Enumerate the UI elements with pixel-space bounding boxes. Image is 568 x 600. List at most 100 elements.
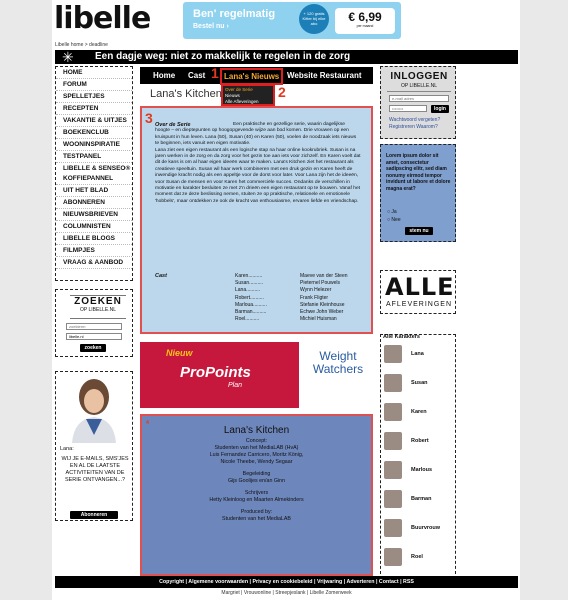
poll-option-nee[interactable]: ○ Nee [387,217,401,223]
register-link[interactable]: Registreren Waarom? [389,124,438,130]
credit-line: Begeleiding [242,471,271,477]
character-marlous[interactable]: Marlous [384,461,454,485]
character-name: Roel [411,554,423,560]
credits-lines: Concept: Studenten van het MediaLAB (HvA)… [142,438,371,523]
login-heading: INLOGGEN [390,71,448,82]
character-susan[interactable]: Susan [384,374,454,398]
cast-label: Cast [155,273,167,279]
nav-item[interactable]: ABONNEREN [56,197,132,209]
nav-item[interactable]: FORUM [56,79,132,91]
search-button[interactable]: zoeken [80,344,106,352]
credit-line: Luis Fernandez Carricero, Moritz König, [209,452,304,458]
breadcrumb[interactable]: Libelle home > deadline [55,42,108,48]
marker-3: 3 [145,110,153,126]
character-roel[interactable]: Roel [384,548,454,572]
cast-actors: Maeve van der Steen Pieternel Pouwels Wynn… [300,273,370,323]
search-title: ZOEKEN OP LIBELLE.NL [70,295,126,319]
character-photo [384,548,402,566]
character-robert[interactable]: Robert [384,432,454,456]
dropdown-alle-afleveringen[interactable]: Alle Afleveringen [225,99,271,105]
character-name: Barman [411,496,432,502]
poll-question: Lorem ipsum dolor sit amet, consectetur … [386,153,451,192]
credits-title: Lana's Kitchen [223,425,290,436]
nav-item[interactable]: RECEPTEN [56,103,132,115]
lana-label: Lana: [60,446,74,452]
nav-home[interactable]: Home [153,67,175,84]
search-scope-select[interactable] [66,333,122,340]
nav-item[interactable]: VAKANTIE & UITJES [56,115,132,127]
nav-item[interactable]: COLUMNISTEN [56,221,132,233]
page-title: Lana's Kitchen [150,88,222,100]
characters-heading: Alle Karakters [383,334,420,340]
subscribe-button[interactable]: Abonneren [70,511,118,519]
propoints-ad[interactable]: Nieuw ProPoints Plan [140,342,299,408]
forgot-password-link[interactable]: Wachtwoord vergeten? [389,117,440,123]
cast-actor: Pieternel Pouwels [300,280,341,287]
credits-box: 4 Lana's Kitchen Concept: Studenten van h… [140,414,373,576]
subscription-banner[interactable]: Ben' regelmatig Bestel nu › + 120 gratis… [183,2,401,39]
character-photo [384,374,402,392]
nav-item[interactable]: VRAAG & AANBOD [56,257,132,269]
nav-lanas-nieuws[interactable]: Lana's Nieuws [220,68,284,85]
credit-line: Schrijvers [244,490,269,496]
cast-roles: Karen.......... Susan.......... Lana......… [235,273,295,323]
login-button[interactable]: login [431,105,449,113]
character-photo [384,345,402,363]
character-buurvrouw[interactable]: Buurvrouw [384,519,454,543]
site-logo[interactable]: libelle [54,2,151,36]
character-photo [384,461,402,479]
character-photo [384,403,402,421]
character-karen[interactable]: Karen [384,403,454,427]
cast-actor: Michiel Huisman [300,316,337,323]
search-box: ZOEKENOP LIBELLE.NL zoeken [55,289,133,357]
banner-order-link[interactable]: Bestel nu › [193,23,229,30]
cast-actor: Echwe John Weber [300,309,344,316]
main-nav: Home Cast Lana's Nieuws Website Restaura… [140,67,373,85]
search-input[interactable] [66,323,122,330]
nav-item[interactable]: SPELLETJES [56,91,132,103]
nav-cast[interactable]: Cast [188,67,205,84]
headline-bar[interactable]: Een dagje weg: niet zo makkelijk te rege… [55,50,518,64]
cast-role: Susan.......... [235,280,264,287]
nav-item[interactable]: WOONINSPIRATIE [56,139,132,151]
footer-links[interactable]: Copyright | Algemene voorwaarden | Priva… [55,576,518,588]
banner-badge: + 120 gratis Kitter bij elke abo [299,4,329,34]
all-episodes-title: ALLE [385,273,455,301]
weight-watchers-logo[interactable]: Weight Watchers [305,350,371,400]
marker-4: 4 [146,420,149,426]
nav-item[interactable]: NIEUWSBRIEVEN [56,209,132,221]
nav-item[interactable]: LIBELLE BLOGS [56,233,132,245]
left-navigation: HOME FORUM SPELLETJES RECEPTEN VAKANTIE & UI… [55,66,133,281]
partner-links[interactable]: Margriet | Vrouwonline | Streepjeslank |… [55,590,518,596]
nav-item[interactable]: LIBELLE & SENSEO® KOFFIEPANNEL [56,163,132,185]
password-field[interactable] [389,105,427,112]
character-name: Karen [411,409,427,415]
character-name: Buurvrouw [411,525,441,531]
banner-headline: Ben' regelmatig [193,8,276,20]
poll-option-ja[interactable]: ○ Ja [387,209,397,215]
serie-content: 3 Over de Serie Een praktische en gezell… [140,106,373,334]
character-name: Robert [411,438,429,444]
character-name: Lana [411,351,424,357]
credit-line: Studenten van het MediaLAB [222,516,291,522]
character-barman[interactable]: Barman [384,490,454,514]
characters-list: Alle Karakters Lana Susan Karen Robert Marlo… [380,334,456,579]
nav-item[interactable]: HOME [56,67,132,79]
lana-portrait [64,375,124,443]
serie-text: Een praktische en gezellige serie, waari… [155,122,361,204]
nav-item[interactable]: FILMPJES [56,245,132,257]
search-subheading: OP LIBELLE.NL [79,307,117,313]
nav-dropdown: Over de Serie Nieuws Alle Afleveringen [221,84,275,106]
login-subheading: OP LIBELLE.NL [387,83,451,92]
nav-item[interactable]: TESTPANEL [56,151,132,163]
email-field[interactable] [389,95,449,102]
vote-button[interactable]: stem nu [405,227,433,235]
nav-item[interactable]: UIT HET BLAD [56,185,132,197]
search-heading: ZOEKEN [74,296,122,307]
login-box: INLOGGEN OP LIBELLE.NL login Wachtwoord … [380,66,456,139]
character-lana[interactable]: Lana [384,345,454,369]
price-sub: per maand [356,24,374,28]
nav-item[interactable]: BOEKENCLUB [56,127,132,139]
nav-website-restaurant[interactable]: Website Restaurant [287,67,362,84]
all-episodes-link[interactable]: ALLE AFLEVERINGEN [380,270,456,314]
